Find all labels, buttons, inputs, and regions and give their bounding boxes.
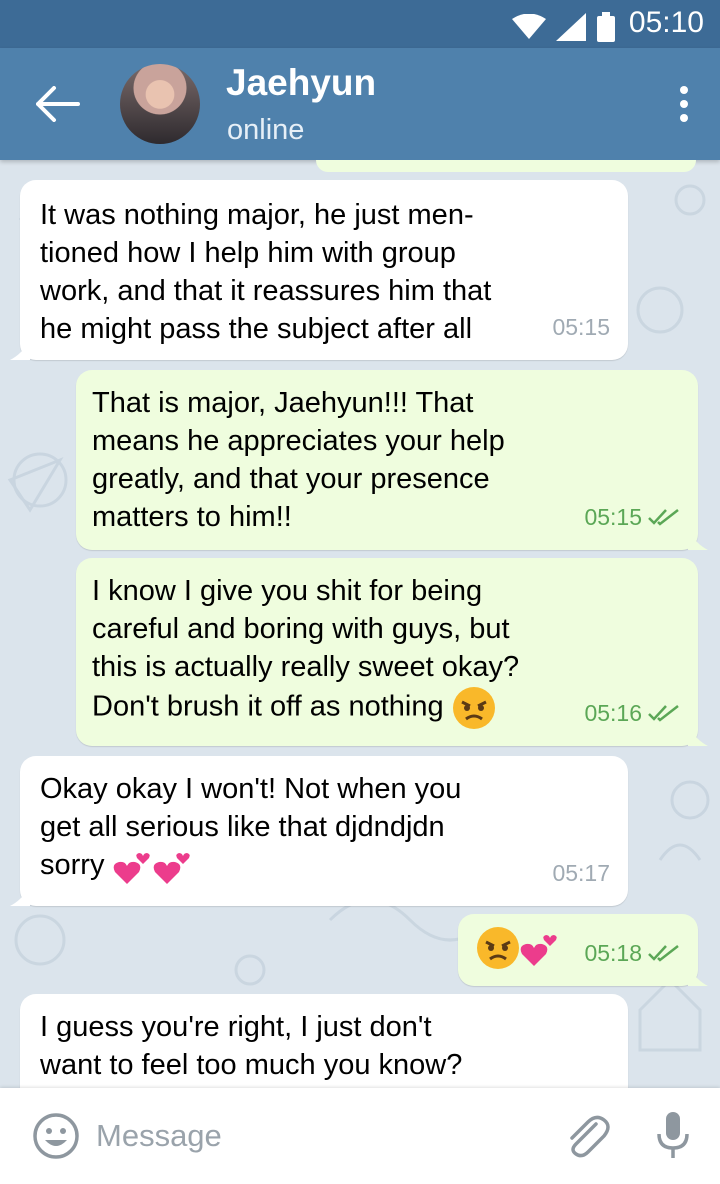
previous-message-edge [316, 160, 696, 172]
message-meta: 05:15 [552, 308, 610, 346]
message-time: 05:18 [584, 940, 642, 966]
bubble-tail [688, 966, 708, 986]
message-text: Okay okay I won't! Not when you get all … [40, 773, 462, 881]
angry-face-emoji [452, 687, 495, 729]
smile-icon[interactable] [32, 1112, 80, 1160]
microphone-icon[interactable] [655, 1110, 691, 1162]
double-check-icon [648, 945, 679, 962]
message-meta: 05:16 [584, 694, 680, 732]
message-time: 05:16 [584, 700, 642, 726]
battery-icon [597, 12, 615, 42]
two-hearts-emoji [113, 853, 150, 885]
message-time: 05:15 [552, 314, 610, 340]
two-hearts-emoji [520, 935, 557, 966]
bubble-tail [10, 886, 30, 906]
message-text: It was nothing major, he just men- tione… [40, 199, 492, 345]
double-check-icon [648, 705, 679, 722]
message-composer: Message [0, 1088, 720, 1184]
message-bubble-outgoing[interactable]: I know I give you shit for being careful… [76, 558, 708, 746]
message-text: I guess you're right, I just don't want … [40, 1011, 463, 1081]
status-icons [512, 12, 616, 42]
message-bubble-incoming[interactable]: Okay okay I won't! Not when you get all … [10, 756, 628, 906]
chat-header: Jaehyun online [0, 48, 720, 160]
avatar[interactable] [120, 64, 200, 144]
message-bubble-outgoing[interactable]: That is major, Jaehyun!!! That means he … [76, 370, 708, 550]
chat-title[interactable]: Jaehyun [226, 62, 376, 104]
bubble-tail [688, 530, 708, 550]
message-meta: 05:17 [552, 854, 610, 892]
online-status: online [227, 114, 305, 146]
wifi-icon [512, 14, 546, 39]
message-list[interactable]: It was nothing major, he just men- tione… [0, 160, 720, 1088]
bubble-tail [10, 340, 30, 360]
status-bar: 05:10 [0, 0, 720, 48]
double-check-icon [648, 509, 679, 526]
message-bubble-outgoing[interactable]: 05:18 [458, 914, 708, 986]
bubble-tail [688, 726, 708, 746]
angry-face-emoji [477, 927, 519, 969]
more-vert-icon[interactable] [678, 86, 690, 126]
message-bubble-incoming[interactable]: It was nothing major, he just men- tione… [10, 180, 628, 360]
message-input[interactable]: Message [96, 1118, 222, 1154]
arrow-left-icon[interactable] [36, 86, 80, 122]
signal-icon [556, 13, 586, 41]
paperclip-icon[interactable] [560, 1110, 612, 1162]
message-time: 05:15 [584, 504, 642, 530]
message-meta: 05:15 [584, 498, 680, 536]
message-time: 05:17 [552, 860, 610, 886]
message-bubble-incoming[interactable]: I guess you're right, I just don't want … [20, 994, 628, 1088]
message-meta: 05:18 [584, 934, 680, 972]
two-hearts-emoji [153, 853, 190, 885]
clock: 05:10 [628, 6, 704, 39]
